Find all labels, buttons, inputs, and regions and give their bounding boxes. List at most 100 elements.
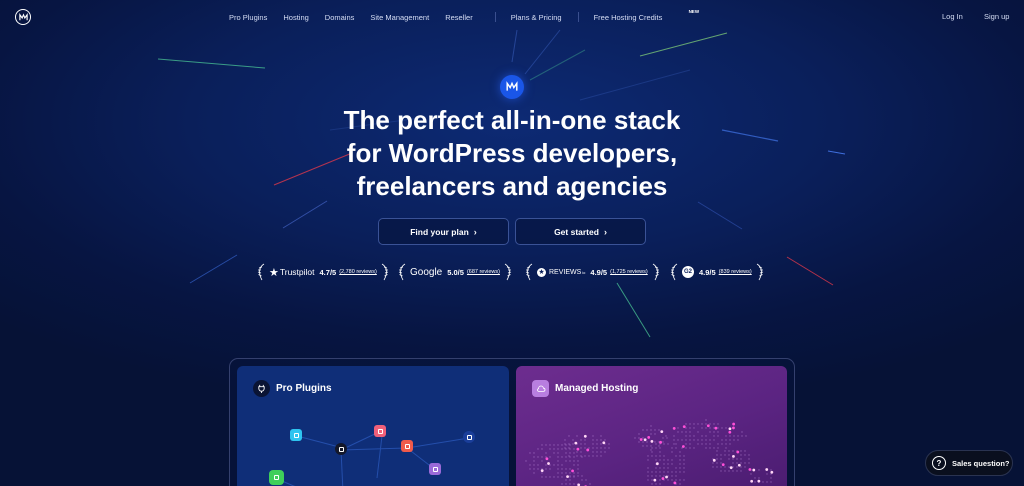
- map-dot: [705, 419, 707, 421]
- plugin-node-icon: [429, 463, 441, 475]
- rating-score: 4.7/5: [319, 267, 337, 277]
- map-dot: [685, 435, 687, 437]
- map-dot: [651, 451, 653, 453]
- map-dot: [709, 423, 711, 425]
- server-location-dot: [770, 470, 774, 474]
- map-dot: [584, 447, 586, 449]
- map-dot: [667, 471, 669, 473]
- map-dot: [720, 470, 722, 472]
- brand-logo[interactable]: [15, 9, 31, 25]
- server-location-dot: [706, 424, 710, 428]
- map-dot: [655, 447, 657, 449]
- nav-links: Pro Plugins Hosting Domains Site Managem…: [229, 9, 700, 22]
- map-dot: [577, 472, 579, 474]
- find-your-plan-button[interactable]: Find your plan ›: [378, 218, 509, 245]
- map-dot: [720, 466, 722, 468]
- map-dot: [724, 454, 726, 456]
- map-dot: [679, 479, 681, 481]
- get-started-button[interactable]: Get started ›: [515, 218, 646, 245]
- managed-hosting-header: Managed Hosting: [532, 380, 638, 397]
- map-dot: [596, 455, 598, 457]
- map-dot: [573, 460, 575, 462]
- map-dot: [689, 431, 691, 433]
- server-location-dot: [752, 468, 756, 472]
- sales-question-button[interactable]: ? Sales question?: [925, 450, 1013, 476]
- map-dot: [667, 467, 669, 469]
- reviewsio-suffix: io: [582, 269, 586, 275]
- rating-reviews-link[interactable]: (2,780 reviews): [339, 269, 377, 275]
- map-dot: [589, 483, 591, 485]
- map-dot: [721, 443, 723, 445]
- managed-hosting-card[interactable]: Managed Hosting: [516, 366, 787, 486]
- map-dot: [712, 466, 714, 468]
- map-dot: [721, 427, 723, 429]
- map-dot: [685, 447, 687, 449]
- map-dot: [675, 479, 677, 481]
- map-dot: [581, 456, 583, 458]
- server-location-dot: [643, 438, 647, 442]
- map-dot: [557, 444, 559, 446]
- map-dot: [659, 455, 661, 457]
- map-dot: [663, 467, 665, 469]
- map-dot: [737, 435, 739, 437]
- map-dot: [654, 429, 656, 431]
- map-dot: [569, 448, 571, 450]
- map-dot: [717, 447, 719, 449]
- map-dot: [592, 451, 594, 453]
- nav-domains[interactable]: Domains: [325, 13, 355, 22]
- rating-reviews-link[interactable]: (687 reviews): [467, 269, 500, 275]
- map-dot: [709, 431, 711, 433]
- map-dot: [740, 470, 742, 472]
- map-dot: [568, 455, 570, 457]
- map-dot: [693, 435, 695, 437]
- nav-hosting[interactable]: Hosting: [283, 13, 308, 22]
- laurel-right-icon: [381, 263, 388, 281]
- signup-link[interactable]: Sign up: [984, 12, 1009, 21]
- login-link[interactable]: Log In: [942, 12, 963, 21]
- hero-logo-icon: [500, 75, 524, 99]
- nav-plans-pricing[interactable]: Plans & Pricing: [511, 13, 562, 22]
- server-location-dot: [682, 425, 686, 429]
- map-dot: [604, 447, 606, 449]
- map-dot: [651, 471, 653, 473]
- map-dot: [744, 454, 746, 456]
- rating-reviews-link[interactable]: (1,725 reviews): [610, 269, 648, 275]
- nav-reseller[interactable]: Reseller: [445, 13, 473, 22]
- map-dot: [675, 447, 677, 449]
- map-dot: [541, 456, 543, 458]
- server-location-dot: [639, 438, 643, 441]
- map-dot: [685, 439, 687, 441]
- nav-free-hosting-credits[interactable]: Free Hosting Credits NEW: [594, 9, 700, 22]
- pro-plugins-card[interactable]: Pro Plugins: [237, 366, 509, 486]
- rating-reviews-link[interactable]: (839 reviews): [719, 269, 752, 275]
- server-location-dot: [545, 457, 549, 461]
- map-dot: [573, 472, 575, 474]
- map-dot: [569, 479, 571, 481]
- map-dot: [659, 447, 661, 449]
- map-dot: [693, 439, 695, 441]
- server-location-dot: [574, 441, 578, 445]
- map-dot: [679, 471, 681, 473]
- map-dot: [545, 444, 547, 446]
- plugin-node-icon: [269, 470, 284, 485]
- map-dot: [713, 435, 715, 437]
- map-dot: [766, 473, 768, 475]
- map-dot: [533, 464, 535, 466]
- rating-reviewsio: ★ REVIEWS io 4.9/5 (1,725 reviews): [525, 262, 660, 282]
- laurel-right-icon: [756, 263, 763, 281]
- map-dot: [592, 439, 594, 441]
- server-location-dot: [736, 450, 740, 454]
- map-dot: [553, 448, 555, 450]
- map-dot: [663, 471, 665, 473]
- nav-pro-plugins[interactable]: Pro Plugins: [229, 13, 267, 22]
- map-dot: [572, 443, 574, 445]
- map-dot: [600, 435, 602, 437]
- reviewsio-logo: ★ REVIEWS io: [537, 267, 586, 277]
- map-dot: [671, 479, 673, 481]
- map-dot: [537, 468, 539, 470]
- map-dot: [658, 445, 660, 447]
- map-dot: [600, 455, 602, 457]
- nav-site-management[interactable]: Site Management: [370, 13, 429, 22]
- map-dot: [533, 452, 535, 454]
- map-dot: [592, 447, 594, 449]
